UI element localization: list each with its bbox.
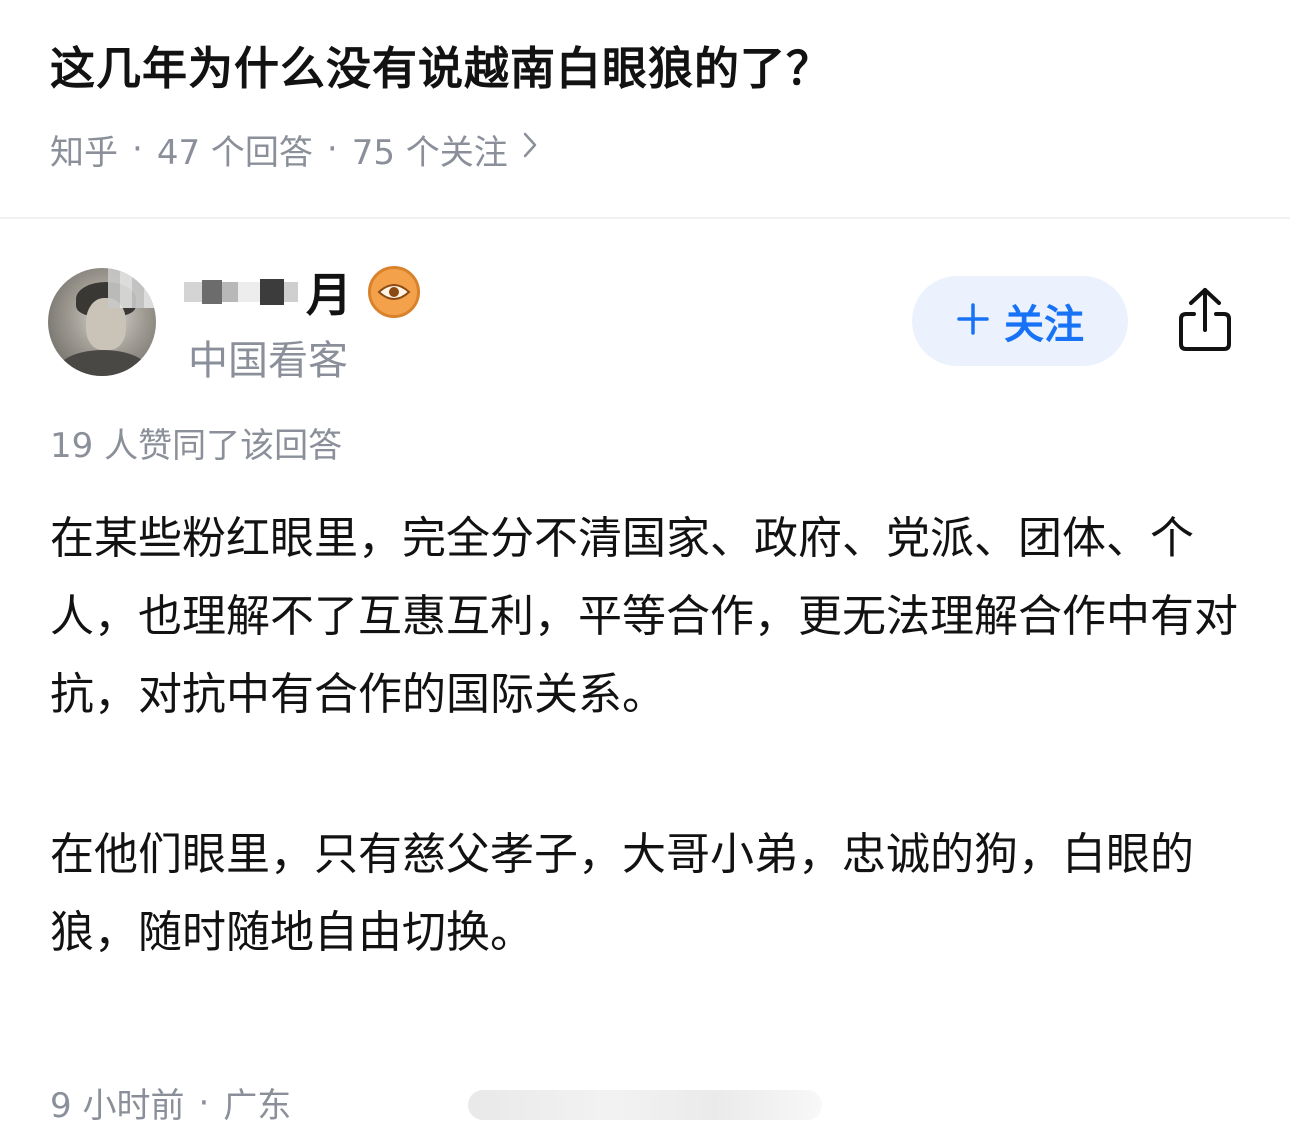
answer-footer: 9 小时前 · 广东 (50, 1078, 291, 1127)
avatar-shoulder (58, 350, 148, 376)
followers-count: 75 个关注 (351, 132, 508, 173)
footer-separator: · (198, 1082, 210, 1123)
author-headline: 中国看客 (188, 338, 348, 384)
meta-separator: · (132, 129, 143, 169)
meta-separator: · (326, 129, 338, 169)
avatar[interactable] (48, 268, 156, 376)
answer-location: 广东 (223, 1086, 292, 1126)
source-label: 知乎 (50, 132, 118, 173)
watermark-smear (468, 1090, 822, 1120)
author-name[interactable]: 月 (306, 259, 352, 325)
avatar-mosaic (108, 268, 156, 308)
answer-time: 9 小时前 (50, 1086, 185, 1126)
divider (0, 217, 1290, 219)
upvote-count: 19 人赞同了该回答 (50, 426, 343, 466)
eye-badge-icon (368, 266, 420, 318)
answer-paragraph: 在某些粉红眼里，完全分不清国家、政府、党派、团体、个人，也理解不了互惠互利，平等… (50, 513, 1238, 720)
follow-label: 关注 (1004, 302, 1084, 348)
share-icon[interactable] (1172, 284, 1238, 356)
author-row[interactable]: 月 (184, 262, 420, 322)
question-meta[interactable]: 知乎 · 47 个回答 · 75 个关注 (50, 124, 538, 174)
answer-paragraph: 在他们眼里，只有慈父孝子，大哥小弟，忠诚的狗，白眼的狼，随时随地自由切换。 (50, 829, 1194, 958)
chevron-right-icon (522, 129, 538, 169)
follow-button[interactable]: 关注 (912, 276, 1128, 366)
question-title[interactable]: 这几年为什么没有说越南白眼狼的了？ (50, 34, 1250, 104)
name-mosaic (184, 275, 298, 309)
answers-count: 47 个回答 (156, 132, 313, 173)
plus-icon (956, 296, 990, 347)
